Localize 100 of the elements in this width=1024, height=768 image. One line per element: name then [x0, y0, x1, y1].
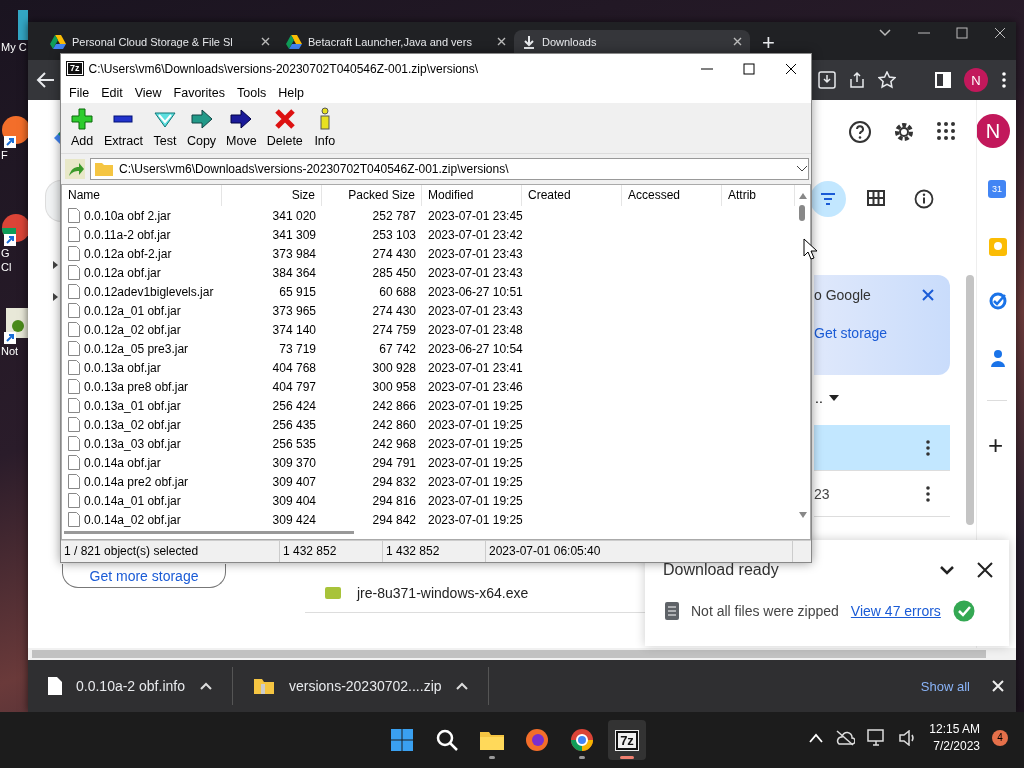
menu-icon[interactable] [1000, 71, 1008, 89]
file-name[interactable]: 0.0.14a obf.jar [84, 455, 161, 470]
install-icon[interactable] [818, 71, 836, 89]
firefox-icon[interactable] [525, 728, 549, 752]
filter-button[interactable] [810, 181, 846, 217]
file-name[interactable]: 0.0.13a_01 obf.jar [84, 398, 181, 413]
cloud-off-icon[interactable] [835, 729, 856, 746]
new-tab-button[interactable]: + [762, 30, 775, 56]
close-icon[interactable] [261, 37, 270, 46]
scrollbar-thumb[interactable] [64, 531, 354, 534]
show-all-button[interactable]: Show all [920, 678, 970, 694]
chevron-down-icon[interactable] [939, 565, 955, 575]
file-name[interactable]: 0.0.14a_01 obf.jar [84, 493, 181, 508]
file-name[interactable]: 0.0.12a_01 obf.jar [84, 303, 181, 318]
browser-tab[interactable]: Downloads [514, 30, 750, 53]
download-item[interactable]: versions-20230702....zip [233, 667, 489, 705]
file-name[interactable]: 0.0.13a pre8 obf.jar [84, 379, 189, 394]
star-icon[interactable] [878, 71, 896, 89]
tasks-icon[interactable] [988, 290, 1008, 310]
notification-badge[interactable]: 4 [992, 729, 1008, 746]
chevron-up-icon[interactable] [809, 732, 824, 743]
file-name[interactable]: 0.0.10a obf 2.jar [84, 208, 171, 223]
folder-icon[interactable] [479, 729, 505, 751]
file-name[interactable]: 0.0.14a pre2 obf.jar [84, 474, 189, 489]
menu-item[interactable]: File [63, 83, 96, 103]
file-name[interactable]: 0.0.12adev1biglevels.jar [84, 284, 214, 299]
file-name[interactable]: 0.0.12a obf.jar [84, 265, 161, 280]
toolbar-button[interactable]: Copy [181, 103, 222, 153]
taskbar-button[interactable]: 7z [608, 720, 646, 760]
scroll-down-icon[interactable] [799, 512, 807, 518]
menu-item[interactable]: Edit [95, 83, 129, 103]
maximize-icon[interactable] [743, 62, 755, 75]
person-icon[interactable] [988, 348, 1008, 368]
close-icon[interactable] [994, 27, 1006, 39]
close-icon[interactable] [733, 37, 742, 46]
path-field[interactable]: C:\Users\vm6\Downloads\versions-20230702T040546Z-001.zip\versions\ [90, 158, 809, 180]
profile-avatar[interactable]: N [964, 68, 988, 92]
menu-item[interactable]: Help [272, 83, 310, 103]
column-header[interactable]: Accessed [622, 185, 722, 206]
file-name[interactable]: 0.0.13a_02 obf.jar [84, 417, 181, 432]
file-name[interactable]: 0.0.12a_05 pre3.jar [84, 341, 189, 356]
get-more-storage-button[interactable]: Get more storage [62, 564, 226, 588]
help-icon[interactable] [848, 120, 872, 144]
calendar-icon[interactable]: 31 [988, 180, 1006, 198]
menu-item[interactable]: Favorites [167, 83, 231, 103]
profile-avatar[interactable]: N [976, 114, 1010, 148]
get-storage-link[interactable]: Get storage [814, 325, 934, 341]
maximize-icon[interactable] [956, 27, 968, 39]
scrollbar[interactable] [966, 275, 974, 525]
chevron-down-icon[interactable] [796, 165, 808, 173]
toolbar-button[interactable]: Delete [261, 103, 308, 153]
file-row[interactable]: jre-8u371-windows-x64.exe [305, 573, 645, 613]
share-icon[interactable] [848, 71, 866, 89]
info-icon[interactable] [914, 189, 934, 209]
download-item[interactable]: 0.0.10a-2 obf.info [28, 667, 233, 705]
scrollbar-thumb[interactable] [799, 205, 805, 221]
column-header[interactable]: Name [62, 185, 222, 206]
settings-icon[interactable] [892, 120, 916, 144]
sidebar-icon[interactable] [934, 71, 952, 89]
file-name[interactable]: 0.0.14a_02 obf.jar [84, 512, 181, 527]
apps-grid-icon[interactable] [936, 121, 956, 141]
close-icon[interactable] [977, 562, 993, 578]
back-arrow-icon[interactable] [36, 70, 56, 90]
toolbar-button[interactable]: Move [221, 103, 262, 153]
search-field[interactable] [45, 180, 61, 222]
column-header[interactable]: Created [522, 185, 622, 206]
scroll-up-icon[interactable] [799, 193, 807, 199]
up-folder-icon[interactable] [65, 159, 85, 179]
column-header[interactable]: Modified [422, 185, 522, 206]
menu-item[interactable]: Tools [231, 83, 273, 103]
file-name[interactable]: 0.0.13a_03 obf.jar [84, 436, 181, 451]
7zip-icon[interactable]: 7z [616, 730, 638, 750]
file-name[interactable]: 0.0.12a obf-2.jar [84, 246, 172, 261]
file-name[interactable]: 0.0.12a_02 obf.jar [84, 322, 181, 337]
caret-icon[interactable] [52, 293, 58, 301]
browser-tab[interactable]: Personal Cloud Storage & File Sl [42, 30, 278, 53]
toolbar-button[interactable]: Extract [99, 103, 148, 153]
caret-icon[interactable] [828, 395, 839, 401]
sort-label[interactable]: .. [815, 390, 823, 406]
clock[interactable]: 12:15 AM 7/2/2023 [929, 722, 980, 753]
file-row[interactable]: 23 [814, 471, 950, 517]
toolbar-button[interactable]: Test [147, 103, 182, 153]
add-button[interactable]: + [988, 430, 1004, 461]
scrollbar[interactable] [32, 650, 986, 658]
file-name[interactable]: 0.0.13a obf.jar [84, 360, 161, 375]
browser-tab[interactable]: Betacraft Launcher,Java and vers [278, 30, 514, 53]
windows-icon[interactable] [390, 728, 414, 752]
view-errors-link[interactable]: View 47 errors [850, 603, 941, 619]
file-name[interactable]: 0.0.11a-2 obf.jar [84, 227, 171, 242]
chrome-icon[interactable] [570, 728, 594, 752]
close-icon[interactable] [497, 37, 506, 46]
caret-icon[interactable] [52, 261, 58, 269]
close-icon[interactable] [785, 62, 797, 75]
search-icon[interactable] [435, 728, 459, 752]
grid-view-icon[interactable] [867, 190, 885, 206]
toolbar-button[interactable]: Info [307, 103, 342, 153]
menu-item[interactable]: View [128, 83, 168, 103]
column-header[interactable]: Size [222, 185, 322, 206]
toolbar-button[interactable]: Add [65, 103, 99, 153]
column-header[interactable]: Packed Size [322, 185, 422, 206]
